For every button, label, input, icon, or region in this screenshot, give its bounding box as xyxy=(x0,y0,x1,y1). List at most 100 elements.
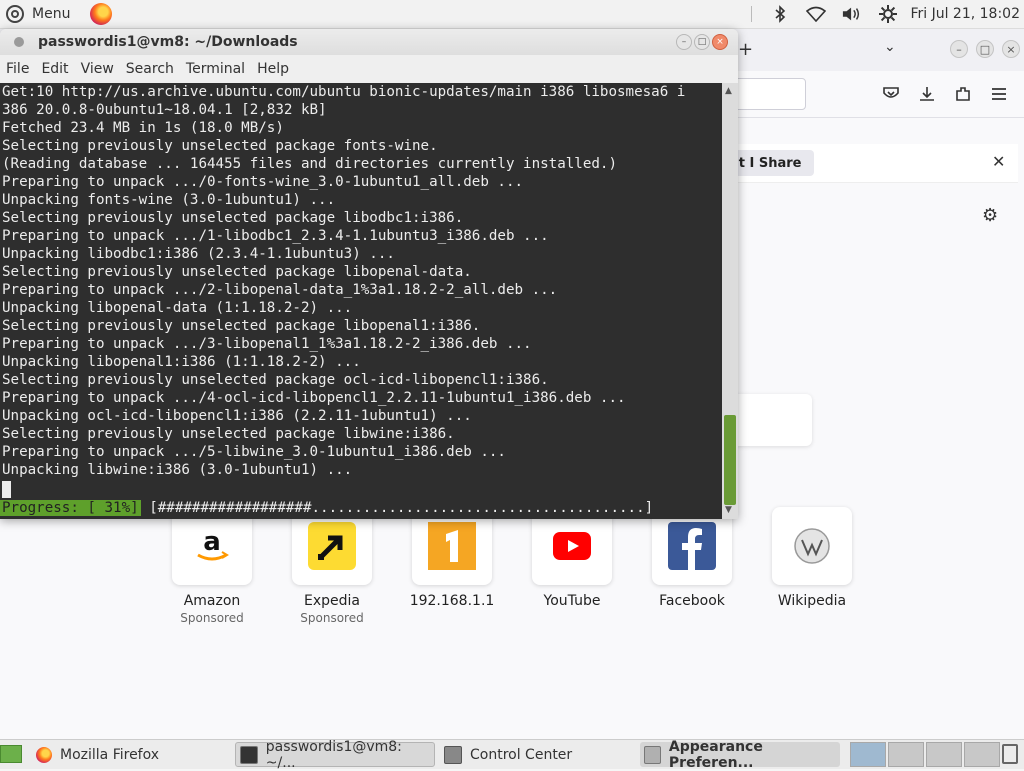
terminal-line: 386 20.0.8-0ubuntu1~18.04.1 [2,832 kB] xyxy=(2,102,327,118)
volume-icon[interactable] xyxy=(842,4,862,24)
terminal-output[interactable]: Get:10 http://us.archive.ubuntu.com/ubun… xyxy=(0,83,722,519)
menu-edit[interactable]: Edit xyxy=(35,61,74,77)
progress-label: Progress: [ 31%] xyxy=(0,500,141,516)
firefox-maximize-icon[interactable]: □ xyxy=(976,40,994,58)
system-tray: Fri Jul 21, 18:02 xyxy=(741,0,1024,28)
terminal-line: Selecting previously unselected package … xyxy=(2,210,464,226)
shortcut-name: YouTube xyxy=(543,593,601,609)
terminal-line: (Reading database ... 164455 files and d… xyxy=(2,156,617,172)
scroll-up-icon[interactable]: ▲ xyxy=(725,86,732,96)
shortcut-sponsored: Sponsored xyxy=(180,611,244,625)
terminal-line: Selecting previously unselected package … xyxy=(2,264,472,280)
shortcut-192-168-1-1[interactable]: 192.168.1.1 xyxy=(407,507,497,609)
hamburger-menu-icon[interactable] xyxy=(988,83,1010,105)
task-appearance[interactable]: Appearance Preferen... xyxy=(640,739,840,771)
pocket-icon[interactable] xyxy=(880,83,902,105)
terminal-titlebar[interactable]: passwordis1@vm8: ~/Downloads – □ × xyxy=(0,29,738,55)
shortcut-youtube[interactable]: YouTube xyxy=(527,507,617,609)
shortcut-name: Amazon xyxy=(183,593,241,609)
control-center-icon xyxy=(444,745,462,764)
terminal-window-menu-icon[interactable] xyxy=(14,37,24,47)
bottom-taskbar: Mozilla Firefox passwordis1@vm8: ~/... C… xyxy=(0,739,1024,771)
shortcut-name: Wikipedia xyxy=(777,593,847,609)
terminal-line: Unpacking fonts-wine (3.0-1ubuntu1) ... xyxy=(2,192,336,208)
firefox-close-icon[interactable]: × xyxy=(1002,40,1020,58)
task-control-center[interactable]: Control Center xyxy=(440,742,636,767)
terminal-line: Unpacking libwine:i386 (3.0-1ubuntu1) ..… xyxy=(2,462,353,478)
terminal-minimize-icon[interactable]: – xyxy=(676,34,692,50)
terminal-line: Selecting previously unselected package … xyxy=(2,138,438,154)
wikipedia-icon xyxy=(772,507,852,585)
menu-search[interactable]: Search xyxy=(120,61,180,77)
menu-label: Menu xyxy=(32,6,71,22)
terminal-title: passwordis1@vm8: ~/Downloads xyxy=(38,34,298,50)
ubuntu-logo-icon xyxy=(6,5,24,23)
terminal-line: Unpacking libopenal1:i386 (1:1.18.2-2) .… xyxy=(2,354,361,370)
shortcut-sponsored: Sponsored xyxy=(300,611,364,625)
top-panel: Menu Fri Jul 21, 18:02 xyxy=(0,0,1024,29)
terminal-close-icon[interactable]: × xyxy=(712,34,728,50)
wifi-icon[interactable] xyxy=(806,4,827,24)
clock[interactable]: Fri Jul 21, 18:02 xyxy=(910,6,1020,22)
settings-icon[interactable] xyxy=(878,4,898,24)
progress-line: Progress: [ 31%] [##################....… xyxy=(0,499,653,517)
menu-view[interactable]: View xyxy=(75,61,120,77)
terminal-line: Preparing to unpack .../4-ocl-icd-libope… xyxy=(2,390,626,406)
menu-help[interactable]: Help xyxy=(251,61,295,77)
shortcut-facebook[interactable]: Facebook xyxy=(647,507,737,609)
trash-icon[interactable] xyxy=(1002,744,1018,764)
terminal-line: Get:10 http://us.archive.ubuntu.com/ubun… xyxy=(2,84,686,100)
task-firefox[interactable]: Mozilla Firefox xyxy=(32,742,228,767)
task-label: Appearance Preferen... xyxy=(668,738,763,771)
progress-bar: [##################.....................… xyxy=(149,500,654,516)
workspace-4[interactable] xyxy=(964,742,1000,767)
workspace-2[interactable] xyxy=(888,742,924,767)
terminal-window: passwordis1@vm8: ~/Downloads – □ × File … xyxy=(0,29,738,519)
terminal-menubar: File Edit View Search Terminal Help xyxy=(0,55,738,83)
terminal-line: Selecting previously unselected package … xyxy=(2,372,549,388)
terminal-line: Selecting previously unselected package … xyxy=(2,426,455,442)
menu-file[interactable]: File xyxy=(0,61,35,77)
extensions-icon[interactable] xyxy=(952,83,974,105)
firefox-launcher-icon[interactable] xyxy=(90,3,113,25)
main-menu-button[interactable]: Menu xyxy=(0,0,76,28)
new-tab-icon[interactable]: + xyxy=(738,39,753,60)
shortcut-wikipedia[interactable]: Wikipedia xyxy=(767,507,857,609)
terminal-line: Preparing to unpack .../2-libopenal-data… xyxy=(2,282,558,298)
task-label: passwordis1@vm8: ~/... xyxy=(265,738,402,771)
appearance-icon xyxy=(644,745,661,764)
terminal-line: Unpacking libopenal-data (1:1.18.2-2) ..… xyxy=(2,300,353,316)
terminal-scrollbar[interactable]: ▲ ▼ xyxy=(722,83,738,519)
scroll-down-icon[interactable]: ▼ xyxy=(725,505,732,515)
terminal-line: Preparing to unpack .../3-libopenal1_1%3… xyxy=(2,336,532,352)
firefox-minimize-icon[interactable]: – xyxy=(950,40,968,58)
terminal-line: Preparing to unpack .../0-fonts-wine_3.0… xyxy=(2,174,524,190)
workspace-1[interactable] xyxy=(850,742,886,767)
terminal-icon xyxy=(240,745,258,764)
downloads-icon[interactable] xyxy=(916,83,938,105)
task-label: Mozilla Firefox xyxy=(60,746,160,763)
workspace-3[interactable] xyxy=(926,742,962,767)
shortcut-name: Expedia xyxy=(304,593,360,609)
shortcut-expedia[interactable]: Expedia Sponsored xyxy=(287,507,377,625)
page-settings-gear-icon[interactable]: ⚙ xyxy=(982,205,998,226)
terminal-line: Fetched 23.4 MB in 1s (18.0 MB/s) xyxy=(2,120,284,136)
terminal-line: Unpacking ocl-icd-libopencl1:i386 (2.2.1… xyxy=(2,408,472,424)
show-desktop-icon[interactable] xyxy=(0,745,22,763)
shortcut-name: 192.168.1.1 xyxy=(409,593,495,609)
tab-list-chevron-icon[interactable]: ⌄ xyxy=(884,39,896,55)
shortcut-name: Facebook xyxy=(659,593,725,609)
task-terminal[interactable]: passwordis1@vm8: ~/... xyxy=(235,739,435,771)
terminal-line: Selecting previously unselected package … xyxy=(2,318,481,334)
bluetooth-icon[interactable] xyxy=(770,4,790,24)
scrollbar-thumb[interactable] xyxy=(724,415,736,505)
shortcut-amazon[interactable]: a Amazon Sponsored xyxy=(167,507,257,625)
terminal-maximize-icon[interactable]: □ xyxy=(694,34,710,50)
notification-close-icon[interactable]: ✕ xyxy=(992,152,1005,171)
newtab-card xyxy=(726,394,812,446)
terminal-line: Preparing to unpack .../1-libodbc1_2.3.4… xyxy=(2,228,549,244)
terminal-line: Preparing to unpack .../5-libwine_3.0-1u… xyxy=(2,444,506,460)
svg-text:a: a xyxy=(203,528,221,557)
tray-separator xyxy=(751,6,753,22)
menu-terminal[interactable]: Terminal xyxy=(180,61,251,77)
